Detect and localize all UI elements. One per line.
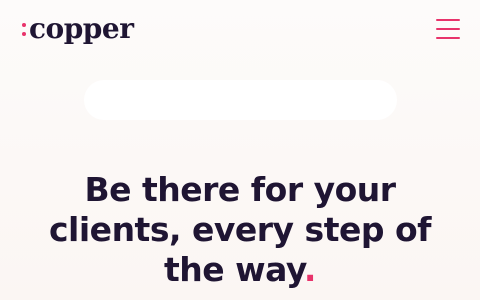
hero-line-1: Be there for your xyxy=(84,170,396,210)
logo-wordmark: copper xyxy=(29,12,134,45)
hero-line-2: clients, every step of xyxy=(49,210,432,250)
menu-bar-middle xyxy=(436,28,460,30)
copper-logo[interactable]: copper xyxy=(22,12,134,46)
logo-dot-bottom xyxy=(22,31,26,36)
hero-headline: Be there for your clients, every step of… xyxy=(0,170,480,290)
search-input[interactable] xyxy=(84,80,397,120)
hero-line-3-text: the way xyxy=(164,250,304,290)
hamburger-menu-icon[interactable] xyxy=(436,19,460,39)
hero-period: . xyxy=(303,250,317,290)
hero-line-3: the way. xyxy=(0,250,480,290)
logo-colon-icon xyxy=(22,12,26,46)
site-header: copper xyxy=(0,0,480,60)
menu-bar-top xyxy=(436,19,460,21)
menu-bar-bottom xyxy=(436,37,460,39)
logo-dot-top xyxy=(22,22,26,27)
